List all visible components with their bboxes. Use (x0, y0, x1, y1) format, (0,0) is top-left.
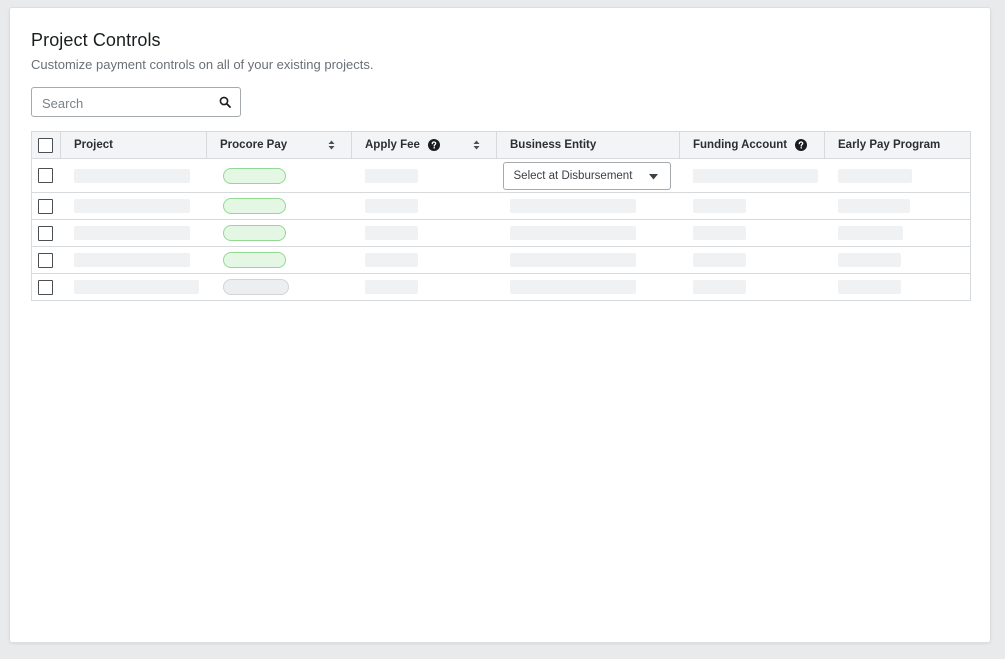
sort-icon[interactable] (328, 140, 335, 150)
column-header-funding-account: Funding Account (679, 131, 825, 159)
loading-placeholder (837, 253, 901, 267)
loading-placeholder (692, 168, 818, 183)
loading-placeholder (73, 168, 190, 183)
procore-pay-toggle[interactable] (222, 252, 286, 268)
business-entity-select[interactable]: Select at Disbursement (502, 161, 671, 190)
help-icon[interactable] (795, 139, 808, 151)
column-header-project: Project (60, 131, 207, 159)
loading-placeholder (509, 253, 636, 267)
table-row (31, 219, 971, 247)
procore-pay-toggle[interactable] (222, 225, 286, 241)
row-checkbox[interactable] (38, 279, 53, 295)
column-label: Funding Account (693, 139, 788, 151)
column-label: Project (74, 139, 113, 151)
procore-pay-toggle[interactable] (222, 279, 289, 295)
loading-placeholder (837, 280, 901, 294)
column-label: Business Entity (510, 139, 597, 151)
loading-placeholder (509, 280, 636, 294)
column-header-business-entity: Business Entity (496, 131, 680, 159)
table-row (31, 192, 971, 220)
table-row: Select at Disbursement (31, 158, 971, 193)
loading-placeholder (509, 226, 636, 240)
select-value: Select at Disbursement (513, 169, 633, 182)
row-checkbox[interactable] (38, 168, 53, 183)
loading-placeholder (692, 226, 746, 240)
table-header-row: Project Procore Pay Apply Fee Business E… (31, 131, 971, 159)
loading-placeholder (837, 168, 912, 183)
table-row (31, 246, 971, 274)
search-input[interactable] (40, 92, 214, 114)
page-title: Project Controls (31, 30, 161, 50)
loading-placeholder (364, 168, 418, 183)
project-controls-card: Project Controls Customize payment contr… (10, 8, 990, 642)
loading-placeholder (837, 226, 903, 240)
table-row (31, 273, 971, 301)
loading-placeholder (73, 226, 190, 240)
loading-placeholder (73, 280, 199, 294)
loading-placeholder (364, 226, 418, 240)
loading-placeholder (509, 199, 636, 213)
loading-placeholder (73, 253, 190, 267)
loading-placeholder (364, 199, 418, 213)
column-header-apply-fee[interactable]: Apply Fee (351, 131, 497, 159)
loading-placeholder (692, 199, 746, 213)
select-all-checkbox[interactable] (38, 137, 53, 153)
caret-down-icon (648, 173, 658, 179)
procore-pay-toggle[interactable] (222, 198, 286, 214)
column-header-procore-pay[interactable]: Procore Pay (206, 131, 352, 159)
row-checkbox[interactable] (38, 252, 53, 268)
column-label: Apply Fee (365, 139, 420, 151)
column-label: Early Pay Program (838, 139, 941, 151)
sort-icon[interactable] (473, 140, 480, 150)
loading-placeholder (837, 199, 910, 213)
loading-placeholder (364, 253, 418, 267)
loading-placeholder (692, 280, 746, 294)
row-checkbox[interactable] (38, 198, 53, 214)
search-box[interactable] (31, 87, 241, 117)
search-icon[interactable] (219, 96, 231, 108)
loading-placeholder (73, 199, 190, 213)
help-icon[interactable] (427, 139, 440, 151)
select-all-cell (31, 131, 61, 159)
column-label: Procore Pay (220, 139, 288, 151)
loading-placeholder (364, 280, 418, 294)
procore-pay-toggle[interactable] (222, 167, 286, 184)
page-subtitle: Customize payment controls on all of you… (31, 57, 374, 72)
projects-table: Project Procore Pay Apply Fee Business E… (31, 131, 971, 301)
column-header-early-pay-program: Early Pay Program (824, 131, 971, 159)
row-checkbox[interactable] (38, 225, 53, 241)
loading-placeholder (692, 253, 746, 267)
